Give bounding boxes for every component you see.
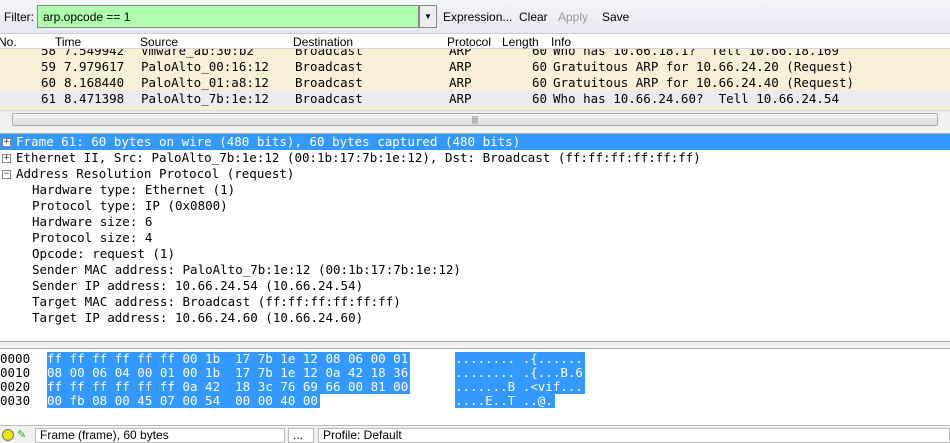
tree-item-arp-field[interactable]: Opcode: request (1): [0, 246, 950, 262]
cell-protocol: ARP: [449, 75, 472, 90]
column-destination[interactable]: Destination: [293, 35, 353, 49]
hex-offset: 0000: [0, 351, 31, 366]
tree-item-ethernet[interactable]: + Ethernet II, Src: PaloAlto_7b:1e:12 (00…: [0, 150, 950, 166]
status-field-info: Frame (frame), 60 bytes: [35, 428, 285, 443]
filter-dropdown-button[interactable]: ▼: [419, 5, 437, 28]
column-protocol[interactable]: Protocol: [447, 35, 491, 49]
cell-protocol: ARP: [449, 91, 472, 106]
cell-time: 8.471398: [64, 91, 125, 106]
cell-info: Gratuitous ARP for 10.66.24.40 (Request): [553, 75, 855, 90]
tree-item-arp-field[interactable]: Sender IP address: 10.66.24.54 (10.66.24…: [0, 278, 950, 294]
scrollbar-thumb[interactable]: |||: [12, 113, 938, 126]
packet-list-header: No. Time Source Destination Protocol Len…: [0, 34, 950, 49]
cell-destination: Broadcast: [295, 49, 363, 58]
hex-offset: 0010: [0, 365, 31, 380]
cell-destination: Broadcast: [295, 75, 363, 90]
tree-item-arp-field[interactable]: Hardware type: Ethernet (1): [0, 182, 950, 198]
status-profile[interactable]: Profile: Default: [318, 428, 950, 443]
expression-button[interactable]: Expression...: [443, 10, 512, 24]
hex-bytes[interactable]: 00 fb 08 00 45 07 00 54 00 00 40 00: [47, 394, 320, 408]
status-bar: ✎ Frame (frame), 60 bytes ... Profile: D…: [0, 425, 950, 443]
clear-button[interactable]: Clear: [519, 10, 548, 24]
column-time[interactable]: Time: [55, 35, 81, 49]
packet-list: 58 7.549942 Vmware_ab:30:b2 Broadcast ARP 60 W…: [0, 49, 950, 111]
status-packets: ...: [288, 428, 314, 443]
packet-bytes: 0000 ff ff ff ff ff ff 00 1b 17 7b 1e 12 …: [0, 350, 950, 420]
chevron-down-icon: ▼: [424, 12, 432, 21]
hex-bytes[interactable]: 08 00 06 04 00 01 00 1b 17 7b 1e 12 0a 4…: [47, 366, 411, 380]
tree-item-arp-field[interactable]: Protocol type: IP (0x0800): [0, 198, 950, 214]
hex-bytes[interactable]: ff ff ff ff ff ff 00 1b 17 7b 1e 12 08 0…: [47, 352, 411, 366]
cell-info: Who has 10.66.18.1? Tell 10.66.18.169: [553, 49, 839, 58]
tree-item-arp-field[interactable]: Sender MAC address: PaloAlto_7b:1e:12 (0…: [0, 262, 950, 278]
tree-item-arp-field[interactable]: Target MAC address: Broadcast (ff:ff:ff:…: [0, 294, 950, 310]
collapse-icon[interactable]: −: [2, 170, 11, 179]
tree-item-arp-field[interactable]: Target IP address: 10.66.24.60 (10.66.24…: [0, 310, 950, 326]
filter-label: Filter:: [4, 10, 34, 24]
cell-length: 60: [531, 91, 547, 106]
hex-ascii[interactable]: .......B .<vif...: [455, 380, 585, 394]
apply-button[interactable]: Apply: [558, 10, 588, 24]
hex-ascii[interactable]: ........ .{...B.6: [455, 366, 585, 380]
filter-toolbar: Filter: arp.opcode == 1 ▼ Expression... …: [0, 0, 950, 34]
pane-splitter[interactable]: [0, 341, 950, 349]
column-source[interactable]: Source: [140, 35, 178, 49]
save-button[interactable]: Save: [602, 10, 629, 24]
hex-bytes[interactable]: ff ff ff ff ff ff 0a 42 18 3c 76 69 66 0…: [47, 380, 411, 394]
cell-source: PaloAlto_7b:1e:12: [141, 91, 269, 106]
cell-length: 60: [531, 75, 547, 90]
packet-row[interactable]: 58 7.549942 Vmware_ab:30:b2 Broadcast ARP 60 W…: [0, 49, 950, 58]
packet-row[interactable]: 59 7.979617 PaloAlto_00:16:12 Broadcast ARP 6…: [0, 58, 950, 74]
packet-details: + Frame 61: 60 bytes on wire (480 bits), …: [0, 134, 950, 341]
column-info[interactable]: Info: [551, 35, 571, 49]
cell-protocol: ARP: [449, 59, 472, 74]
cell-time: 7.549942: [64, 49, 125, 58]
cell-info: Gratuitous ARP for 10.66.24.20 (Request): [553, 59, 855, 74]
packet-row[interactable]: 60 8.168440 PaloAlto_01:a8:12 Broadcast ARP 6…: [0, 74, 950, 90]
cell-no: 61: [40, 91, 56, 106]
hex-offset: 0020: [0, 379, 31, 394]
packet-row[interactable]: 61 8.471398 PaloAlto_7b:1e:12 Broadcast ARP 6…: [0, 90, 950, 106]
cell-source: PaloAlto_01:a8:12: [141, 75, 269, 90]
cell-length: 60: [531, 49, 547, 58]
cell-source: Vmware_ab:30:b2: [141, 49, 254, 58]
cell-length: 60: [531, 59, 547, 74]
cell-no: 59: [40, 59, 56, 74]
column-length[interactable]: Length: [502, 35, 539, 49]
tree-item-arp-field[interactable]: Hardware size: 6: [0, 214, 950, 230]
cell-no: 58: [40, 49, 56, 58]
expert-info-icon[interactable]: [2, 429, 14, 441]
horizontal-scrollbar[interactable]: |||: [0, 110, 950, 128]
cell-destination: Broadcast: [295, 59, 363, 74]
expand-icon[interactable]: +: [2, 138, 11, 147]
hex-offset: 0030: [0, 393, 31, 408]
cell-protocol: ARP: [449, 49, 472, 58]
expand-icon[interactable]: +: [2, 154, 11, 163]
filter-input[interactable]: arp.opcode == 1: [37, 5, 419, 28]
hex-ascii[interactable]: ........ .{......: [455, 352, 585, 366]
edit-comment-icon[interactable]: ✎: [17, 428, 26, 441]
column-no[interactable]: No.: [0, 35, 17, 49]
cell-time: 8.168440: [64, 75, 125, 90]
cell-source: PaloAlto_00:16:12: [141, 59, 269, 74]
tree-item-arp-field[interactable]: Protocol size: 4: [0, 230, 950, 246]
tree-item-arp[interactable]: − Address Resolution Protocol (request): [0, 166, 950, 182]
hex-ascii[interactable]: ....E..T ..@.: [455, 394, 555, 408]
cell-info: Who has 10.66.24.60? Tell 10.66.24.54: [553, 91, 839, 106]
tree-item-frame[interactable]: + Frame 61: 60 bytes on wire (480 bits), …: [0, 134, 950, 150]
cell-destination: Broadcast: [295, 91, 363, 106]
cell-time: 7.979617: [64, 59, 125, 74]
cell-no: 60: [40, 75, 56, 90]
